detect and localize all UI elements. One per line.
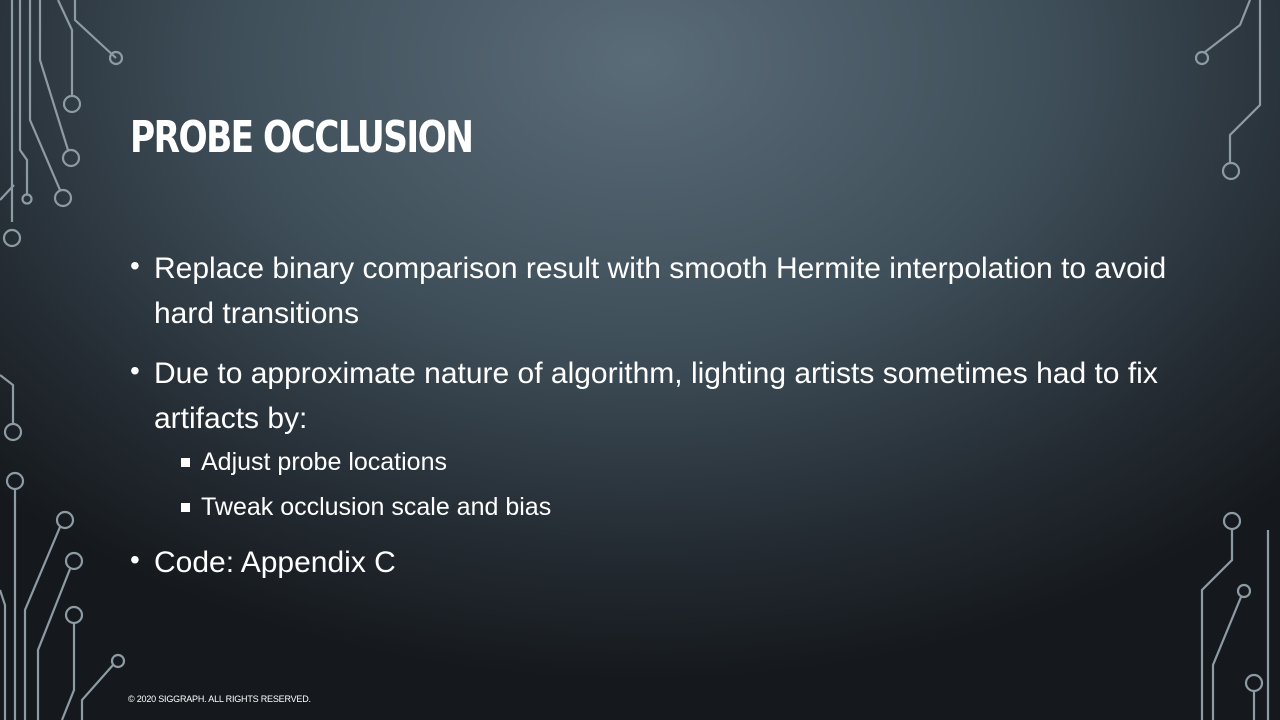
bullet-dot-icon: • [130, 544, 140, 575]
bullet-dot-icon: • [130, 355, 140, 386]
bullet-text: Replace binary comparison result with sm… [154, 252, 1167, 330]
bullet-text: Code: Appendix C [154, 546, 396, 579]
copyright-footer: © 2020 SIGGRAPH. ALL RIGHTS RESERVED. [128, 694, 311, 704]
bullet-list: • Replace binary comparison result with … [130, 246, 1170, 600]
sub-bullet-text: Tweak occlusion scale and bias [201, 493, 552, 521]
slide-title: Probe Occlusion [130, 112, 474, 163]
sub-bullet-item: Tweak occlusion scale and bias [130, 488, 1170, 526]
square-bullet-icon [181, 503, 190, 512]
square-bullet-icon [181, 458, 190, 467]
bullet-text: Due to approximate nature of algorithm, … [154, 357, 1158, 435]
bullet-item: • Replace binary comparison result with … [130, 246, 1170, 336]
bullet-item: • Due to approximate nature of algorithm… [130, 351, 1170, 441]
sub-bullet-item: Adjust probe locations [130, 443, 1170, 481]
bullet-dot-icon: • [130, 250, 140, 281]
bullet-item: • Code: Appendix C [130, 540, 1170, 585]
sub-bullet-text: Adjust probe locations [201, 448, 447, 476]
sub-bullet-list: Adjust probe locations Tweak occlusion s… [130, 443, 1170, 526]
